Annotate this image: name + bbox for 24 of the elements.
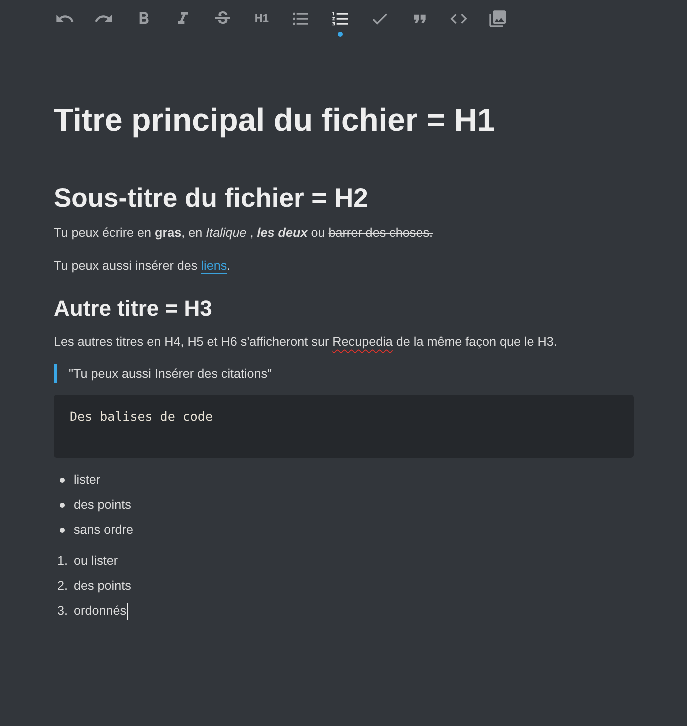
- subheading: Sous-titre du fichier = H2: [54, 183, 370, 213]
- link[interactable]: liens: [201, 259, 228, 273]
- code-block: Des balises de code: [54, 395, 634, 458]
- image-icon[interactable]: [488, 9, 508, 29]
- list-item: ordonnés: [74, 602, 128, 620]
- list-item: ou lister: [74, 553, 118, 570]
- list-number: 2.: [57, 578, 68, 595]
- section-heading: Autre titre = H3: [54, 296, 214, 322]
- list-number: 3.: [57, 603, 68, 620]
- quote-text: "Tu peux aussi Insérer des citations": [69, 366, 272, 382]
- list-number: 1.: [57, 553, 68, 570]
- bullet-icon: [60, 502, 65, 508]
- bullet-icon: [60, 478, 65, 482]
- list-item: des points: [74, 497, 132, 514]
- paragraph: Tu peux aussi insérer des liens.: [54, 258, 232, 275]
- paragraph: Tu peux écrire en gras, en Italique , les deux ou barrer des choses.: [54, 225, 434, 242]
- list-item: sans ordre: [74, 522, 134, 539]
- paragraph: Les autres titres en H4, H5 et H6 s'afficheront sur Recupedia de la même façon que le H3.: [54, 334, 558, 351]
- quote-bar: [54, 364, 57, 383]
- list-item: des points: [74, 578, 132, 595]
- heading-button[interactable]: H1: [254, 9, 269, 29]
- bullet-icon: [60, 528, 65, 532]
- heading: Titre principal du fichier = H1: [54, 102, 496, 138]
- list-item: lister: [74, 472, 101, 489]
